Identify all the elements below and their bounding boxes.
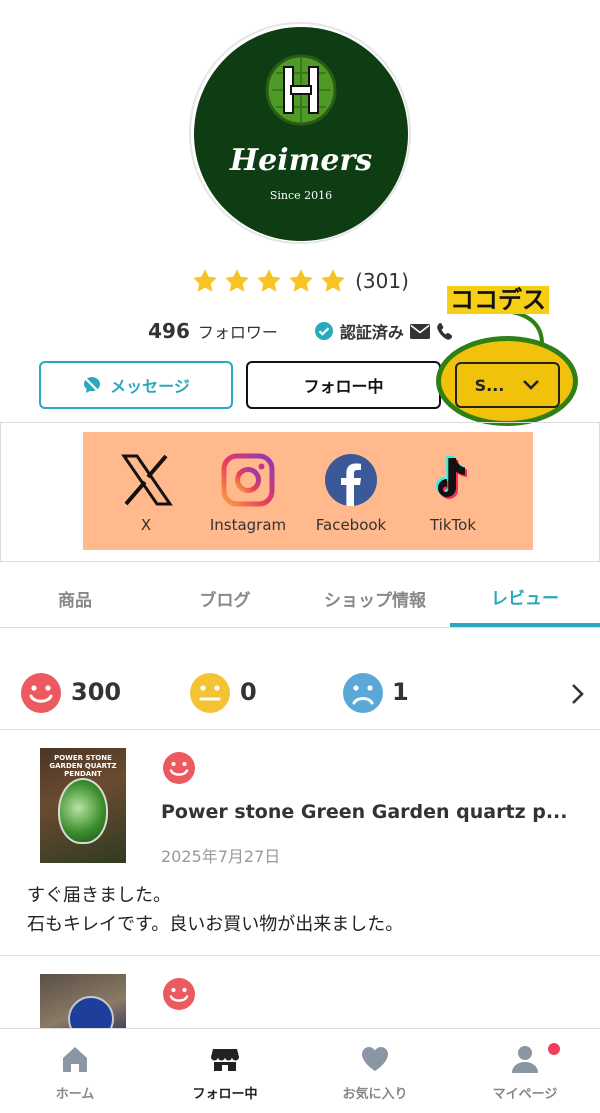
sns-more-button[interactable]: S... <box>455 362 560 408</box>
instagram-icon <box>221 453 275 507</box>
mail-icon <box>409 323 430 339</box>
review-product-thumbnail[interactable] <box>40 974 126 1034</box>
verified-label: 認証済み <box>339 323 404 342</box>
phone-icon <box>437 323 452 340</box>
following-button[interactable]: フォロー中 <box>246 361 441 409</box>
review-product-title[interactable]: Power stone Green Garden quartz p... <box>161 801 568 823</box>
heart-icon <box>362 1047 388 1071</box>
follower-count: 496 <box>148 319 190 343</box>
review-smile-icon <box>163 978 195 1010</box>
sns-label-instagram: Instagram <box>209 516 287 534</box>
divider <box>0 955 600 956</box>
h-crest-icon <box>265 54 337 126</box>
nav-following[interactable]: フォロー中 <box>150 1029 300 1113</box>
rating-count: (301) <box>355 269 409 293</box>
annotation-label: ココデス <box>447 286 549 314</box>
review-body-line: 石もキレイです。良いお買い物が出来ました。 <box>27 914 404 935</box>
sns-more-label: S... <box>474 375 505 395</box>
sns-label-facebook: Facebook <box>315 516 387 534</box>
facebook-icon <box>325 454 377 506</box>
shop-logo: Heimers Since 2016 <box>189 22 411 244</box>
logo-name: Heimers <box>229 143 373 178</box>
star-icon <box>289 269 313 292</box>
star-icon <box>193 269 217 292</box>
tab-blog[interactable]: ブログ <box>150 570 300 627</box>
shop-tabs: 商品 ブログ ショップ情報 レビュー <box>0 570 600 628</box>
follower-label: フォロワー <box>197 323 278 342</box>
logo-since: Since 2016 <box>269 189 333 202</box>
message-button[interactable]: メッセージ <box>39 361 233 409</box>
thumbnail-caption: POWER STONE GARDEN QUARTZ PENDANT <box>49 754 117 778</box>
star-icon <box>257 269 281 292</box>
review-smile-icon <box>163 752 195 784</box>
notification-dot <box>546 1041 562 1057</box>
review-date: 2025年7月27日 <box>161 847 281 866</box>
x-icon <box>121 454 173 506</box>
sns-link-facebook[interactable]: Facebook <box>296 452 406 534</box>
divider <box>0 729 600 730</box>
nav-mypage-label: マイページ <box>492 1087 558 1102</box>
neutral-count: 0 <box>240 678 257 706</box>
neutral-face-icon <box>190 673 230 713</box>
star-icon <box>225 269 249 292</box>
sns-link-tiktok[interactable]: TikTok <box>398 452 508 534</box>
verified-check-icon <box>314 322 333 340</box>
sns-label-tiktok: TikTok <box>429 516 477 534</box>
nav-following-label: フォロー中 <box>192 1087 258 1102</box>
message-button-label: メッセージ <box>110 377 190 396</box>
bad-count: 1 <box>392 678 409 706</box>
nav-home[interactable]: ホーム <box>0 1029 150 1113</box>
sns-link-x[interactable]: X <box>91 452 201 534</box>
shop-icon <box>211 1049 239 1071</box>
review-body-line: すぐ届きました。 <box>27 885 171 906</box>
chevron-down-icon <box>523 380 540 390</box>
tab-shop-info[interactable]: ショップ情報 <box>300 570 450 627</box>
nav-mypage[interactable]: マイページ <box>450 1029 600 1113</box>
nav-favorites-label: お気に入り <box>342 1087 408 1102</box>
sns-link-instagram[interactable]: Instagram <box>193 452 303 534</box>
chevron-right-icon[interactable] <box>570 682 586 706</box>
nav-favorites[interactable]: お気に入り <box>300 1029 450 1113</box>
review-product-thumbnail[interactable]: POWER STONE GARDEN QUARTZ PENDANT <box>40 748 126 863</box>
message-muted-icon <box>84 377 101 393</box>
sns-label-x: X <box>140 516 152 534</box>
tab-reviews[interactable]: レビュー <box>450 570 600 627</box>
nav-home-label: ホーム <box>55 1087 95 1102</box>
shop-logo-image: Heimers Since 2016 <box>194 27 408 241</box>
following-button-label: フォロー中 <box>303 377 384 396</box>
verified-badge: 認証済み <box>314 319 452 343</box>
star-icon <box>321 269 345 292</box>
review-body: すぐ届きました。 石もキレイです。良いお買い物が出来ました。 <box>27 881 403 939</box>
person-icon <box>512 1046 538 1073</box>
tab-products[interactable]: 商品 <box>0 570 150 627</box>
review-summary[interactable]: 300 0 1 <box>0 670 600 720</box>
tiktok-icon <box>436 456 467 499</box>
bottom-nav: ホーム フォロー中 お気に入り マイページ <box>0 1028 600 1113</box>
smile-face-icon <box>21 673 61 713</box>
pendant-image <box>58 778 108 844</box>
good-count: 300 <box>71 678 122 706</box>
home-icon <box>63 1047 87 1072</box>
sad-face-icon <box>343 673 383 713</box>
